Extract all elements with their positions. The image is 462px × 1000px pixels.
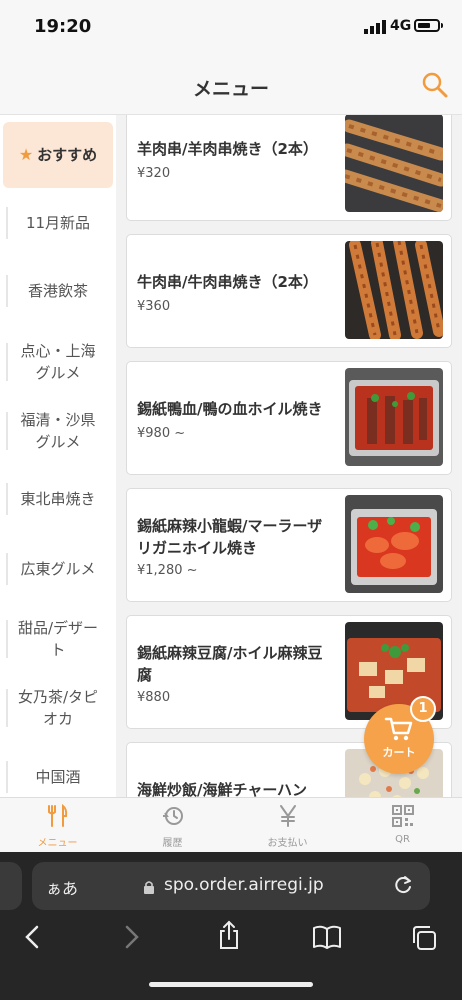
product-image bbox=[345, 368, 443, 466]
sidebar-item-fuqing-shaxian[interactable]: 福清・沙県 グルメ bbox=[0, 400, 116, 462]
star-icon: ★ bbox=[18, 145, 34, 164]
tab-history[interactable]: 履歴 bbox=[115, 804, 230, 849]
qr-code-icon bbox=[391, 805, 414, 827]
product-name: 錫紙鴨血/鴨の血ホイル焼き bbox=[137, 400, 323, 418]
bookmarks-icon[interactable] bbox=[312, 924, 342, 950]
battery-icon bbox=[414, 19, 443, 32]
sidebar-item-november-new[interactable]: 11月新品 bbox=[0, 195, 116, 251]
category-sidebar: ★ おすすめ 11月新品 香港飲茶 点心・上海 グルメ 福清・沙県 グルメ 東北串焼… bbox=[0, 115, 116, 797]
sidebar-item-label: 広東グルメ bbox=[20, 560, 96, 578]
network-label: 4G bbox=[390, 18, 412, 34]
product-image bbox=[345, 241, 443, 339]
sidebar-item-label: 点心・上海 グルメ bbox=[20, 342, 96, 382]
product-card[interactable]: 羊肉串/羊肉串焼き（2本） ¥320 bbox=[126, 115, 452, 221]
product-card[interactable]: 錫紙鴨血/鴨の血ホイル焼き ¥980 ~ bbox=[126, 361, 452, 475]
cart-label: カート bbox=[382, 746, 416, 759]
product-image bbox=[345, 115, 443, 212]
page-title: メニュー bbox=[192, 78, 269, 100]
sidebar-item-northeast-skewers[interactable]: 東北串焼き bbox=[0, 471, 116, 527]
product-name: 錫紙麻辣豆腐/ホイル麻辣豆腐 bbox=[137, 644, 323, 684]
tab-payment[interactable]: お支払い bbox=[230, 804, 345, 849]
sidebar-item-label: 甜品/デザート bbox=[17, 619, 99, 659]
tab-label: 履歴 bbox=[162, 838, 183, 849]
product-card[interactable]: 牛肉串/牛肉串焼き（2本） ¥360 bbox=[126, 234, 452, 348]
sidebar-item-cantonese[interactable]: 広東グルメ bbox=[0, 541, 116, 597]
cart-button[interactable]: カート 1 bbox=[364, 696, 436, 774]
status-time: 19:20 bbox=[34, 16, 92, 37]
home-indicator bbox=[149, 982, 313, 987]
history-icon bbox=[162, 807, 183, 825]
sidebar-item-recommended[interactable]: ★ おすすめ bbox=[3, 122, 113, 188]
status-bar: 19:20 4G bbox=[0, 0, 462, 58]
product-price: ¥1,280 ~ bbox=[137, 563, 198, 578]
address-bar[interactable]: ぁあ spo.order.airregi.jp bbox=[32, 862, 430, 910]
forward-icon[interactable] bbox=[120, 924, 142, 950]
sidebar-item-label: 香港飲茶 bbox=[27, 282, 88, 300]
cart-icon bbox=[384, 717, 413, 741]
yen-icon bbox=[279, 805, 296, 827]
search-icon[interactable] bbox=[420, 70, 450, 100]
tab-label: QR bbox=[395, 834, 410, 845]
product-price: ¥360 bbox=[137, 299, 171, 314]
product-card[interactable]: 錫紙麻辣小龍蝦/マーラーザ リガニホイル焼き ¥1,280 ~ bbox=[126, 488, 452, 602]
fork-knife-icon bbox=[47, 803, 67, 827]
sidebar-item-label: 東北串焼き bbox=[20, 490, 96, 508]
previous-tab-preview[interactable] bbox=[0, 862, 22, 910]
product-name: 羊肉串/羊肉串焼き（2本） bbox=[137, 140, 318, 158]
back-icon[interactable] bbox=[22, 924, 44, 950]
product-list: 羊肉串/羊肉串焼き（2本） ¥320 牛肉串/牛肉串焼き（2本） ¥360 錫紙… bbox=[116, 115, 462, 797]
reload-icon[interactable] bbox=[392, 874, 414, 896]
sidebar-item-chinese-liquor[interactable]: 中国酒 bbox=[0, 749, 116, 797]
product-image bbox=[345, 495, 443, 593]
bottom-tab-bar: メニュー 履歴 お支払い QR bbox=[0, 797, 462, 853]
app-header: メニュー bbox=[0, 58, 462, 115]
product-price: ¥320 bbox=[137, 166, 171, 181]
product-name: 牛肉串/牛肉串焼き（2本） bbox=[137, 273, 318, 291]
tab-label: メニュー bbox=[37, 838, 78, 849]
sidebar-item-hongkong-dimsum[interactable]: 香港飲茶 bbox=[0, 263, 116, 319]
tabs-icon[interactable] bbox=[410, 924, 438, 952]
product-price: ¥980 ~ bbox=[137, 426, 186, 441]
sidebar-item-dimsum-shanghai[interactable]: 点心・上海 グルメ bbox=[0, 331, 116, 393]
tab-label: お支払い bbox=[267, 838, 308, 849]
tab-menu[interactable]: メニュー bbox=[0, 803, 115, 849]
url-text: spo.order.airregi.jp bbox=[164, 875, 324, 895]
sidebar-item-dessert[interactable]: 甜品/デザート bbox=[0, 608, 116, 670]
sidebar-item-label: 11月新品 bbox=[25, 214, 91, 232]
sidebar-item-label: おすすめ bbox=[37, 146, 98, 164]
sidebar-item-label: 中国酒 bbox=[35, 768, 81, 786]
cart-count-badge: 1 bbox=[410, 696, 436, 722]
product-name: 海鮮炒飯/海鮮チャーハン bbox=[137, 781, 308, 797]
browser-toolbar: ぁあ spo.order.airregi.jp bbox=[0, 852, 462, 1000]
text-size-button[interactable]: ぁあ bbox=[46, 875, 78, 899]
sidebar-item-label: 福清・沙県 グルメ bbox=[20, 411, 96, 451]
lock-icon bbox=[144, 881, 154, 894]
product-price: ¥880 bbox=[137, 690, 171, 705]
signal-icon bbox=[364, 20, 386, 34]
sidebar-item-milktea[interactable]: 女乃茶/タピ オカ bbox=[0, 677, 116, 739]
product-name: 錫紙麻辣小龍蝦/マーラーザ リガニホイル焼き bbox=[137, 517, 323, 557]
tab-qr[interactable]: QR bbox=[345, 804, 460, 845]
share-icon[interactable] bbox=[216, 920, 242, 950]
sidebar-item-label: 女乃茶/タピ オカ bbox=[17, 688, 99, 728]
